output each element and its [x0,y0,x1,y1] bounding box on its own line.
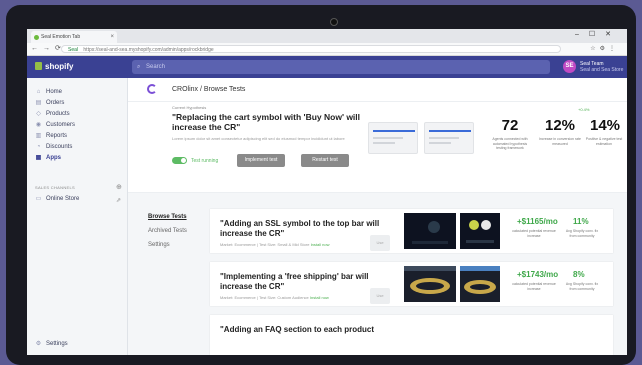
orders-icon: ▤ [35,100,42,106]
sidebar-item-orders[interactable]: ▤ Orders [35,99,65,108]
laptop-frame: Seal Emotion Tab × –☐✕ ←→⟳ Seal https://… [6,5,636,365]
stat-estimation-note: +0.4% [578,107,590,112]
sidebar-item-home[interactable]: ⌂ Home [35,88,62,97]
tab-archived-tests[interactable]: Archived Tests [148,228,187,234]
user-store: Seal and Sea Store [580,67,624,73]
hypothesis-title: "Replacing the cart symbol with 'Buy Now… [172,112,361,132]
shopify-logo[interactable]: shopify [35,62,73,71]
test-screenshot-after [460,266,500,302]
tab-settings[interactable]: Settings [148,242,170,248]
sidebar-item-reports[interactable]: ▥ Reports [35,132,67,141]
page-title: CROlinx / Browse Tests [172,86,246,93]
products-icon: ◇ [36,111,41,117]
apps-icon: ▦ [35,155,42,161]
stat-conversion-label: Increase in conversion rate measured [538,137,582,146]
discounts-icon: ◔ [36,144,41,150]
stat-conversion-value: 12% [544,117,576,134]
window-controls[interactable]: –☐✕ [575,30,621,38]
home-icon: ⌂ [36,89,41,95]
external-link-icon[interactable]: ⇗ [116,197,121,204]
reports-icon: ▥ [35,133,42,139]
test-running-toggle[interactable] [172,157,187,164]
current-hypothesis-label: Current Hypothesis [172,105,207,110]
content-header: CROlinx / Browse Tests [128,78,627,102]
sidebar-item-customers[interactable]: ◉ Customers [35,121,75,130]
variant-a-preview[interactable] [368,122,418,154]
browser-address-bar: ←→⟳ Seal https://seal-and-sea.myshopify.… [27,43,627,56]
store-icon: ▭ [35,196,42,202]
conversion-fix-label: Avg Shopify conv. fix from community [565,282,599,291]
revenue-increase-value: +$1165/mo [517,217,558,226]
test-screenshot-after [460,213,500,249]
customers-icon: ◉ [35,122,42,128]
use-test-button[interactable]: Use [370,288,390,304]
use-test-button[interactable]: Use [370,235,390,251]
sidebar-item-settings[interactable]: ⚙ Settings [35,340,68,349]
webcam [330,18,338,26]
test-card-meta: Market: Ecommerce | Test Size: Custom Au… [220,295,329,300]
shopify-top-bar: shopify ⌕ Search SE Seal Team Seal and S… [27,56,627,78]
sidebar-item-online-store[interactable]: ▭ Online Store [35,195,80,204]
test-screenshot-before [404,213,456,249]
stat-agents-label: Agents connected with automated hypothes… [492,137,528,150]
implement-test-button[interactable]: Implement test [237,154,285,167]
tab-browse-tests[interactable]: Browse Tests [148,214,187,220]
tests-area: Browse Tests Archived Tests Settings "Ad… [128,193,627,355]
search-icon: ⌕ [137,64,141,70]
shopify-bag-icon [35,62,42,70]
revenue-increase-value: +$1743/mo [517,270,559,279]
sales-channels-heading: SALES CHANNELS [35,185,75,190]
browser-tab[interactable]: Seal Emotion Tab × [31,31,117,43]
sidebar: ⌂ Home ▤ Orders ◇ Products ◉ Customers ▥ Repo… [27,78,128,355]
shipping-bar-after-screenshot [460,266,500,302]
variant-b-preview[interactable] [424,122,474,154]
test-card[interactable]: "Implementing a 'free shipping' bar will… [210,262,613,306]
conversion-fix-value: 8% [573,270,585,279]
stat-agents-value: 72 [501,117,519,134]
browser-tab-title: Seal Emotion Tab [41,34,81,40]
test-card[interactable]: "Adding an SSL symbol to the top bar wil… [210,209,613,253]
url-text: https://seal-and-sea.myshopify.com/admin… [83,47,214,53]
ssl-dark-screenshot [404,213,456,249]
crolinx-logo-icon [147,84,157,94]
url-field[interactable]: Seal https://seal-and-sea.myshopify.com/… [61,45,561,53]
revenue-increase-label: calculated potential revenue increase [512,229,556,238]
current-test-panel: Current Hypothesis "Replacing the cart s… [128,102,627,177]
screen: Seal Emotion Tab × –☐✕ ←→⟳ Seal https://… [27,29,627,355]
conversion-fix-label: Avg Shopify conv. fix from community [565,229,599,238]
test-screenshot-before [404,266,456,302]
install-link[interactable]: Install now [311,242,330,247]
shopify-favicon-icon [34,35,39,40]
test-card[interactable]: "Adding an FAQ section to each product [210,315,613,355]
avatar[interactable]: SE [563,60,576,73]
sidebar-item-products[interactable]: ◇ Products [35,110,70,119]
add-channel-icon[interactable]: ⊕ [116,183,122,191]
sidebar-item-discounts[interactable]: ◔ Discounts [35,143,73,152]
search-placeholder: Search [146,64,166,70]
restart-test-button[interactable]: Restart test [301,154,349,167]
test-card-meta: Market: Ecommerce | Test Size: Small & M… [220,242,330,247]
secure-label: Seal [68,47,79,53]
conversion-fix-value: 11% [573,217,589,226]
stat-estimation-label: Positive & negative test estimation [585,137,623,146]
close-tab-icon[interactable]: × [110,31,114,43]
browser-tab-bar: Seal Emotion Tab × –☐✕ [27,29,627,43]
stat-estimation-value: 14% [589,117,621,134]
sidebar-item-apps[interactable]: ▦ Apps [35,154,61,163]
test-running-label: Test running [191,158,219,164]
test-card-title: "Adding an FAQ section to each product [220,325,375,334]
install-link[interactable]: Install now [310,295,329,300]
browser-extension-icons[interactable]: ☆⚙⋮ [590,45,619,52]
hypothesis-description: Lorem ipsum dolor sit amet consectetur a… [172,136,345,141]
revenue-increase-label: calculated potential revenue increase [512,282,556,291]
ssl-lock-screenshot [460,213,500,249]
search-input[interactable]: ⌕ Search [132,60,550,74]
gear-icon: ⚙ [35,341,42,347]
shipping-bar-screenshot [404,266,456,302]
